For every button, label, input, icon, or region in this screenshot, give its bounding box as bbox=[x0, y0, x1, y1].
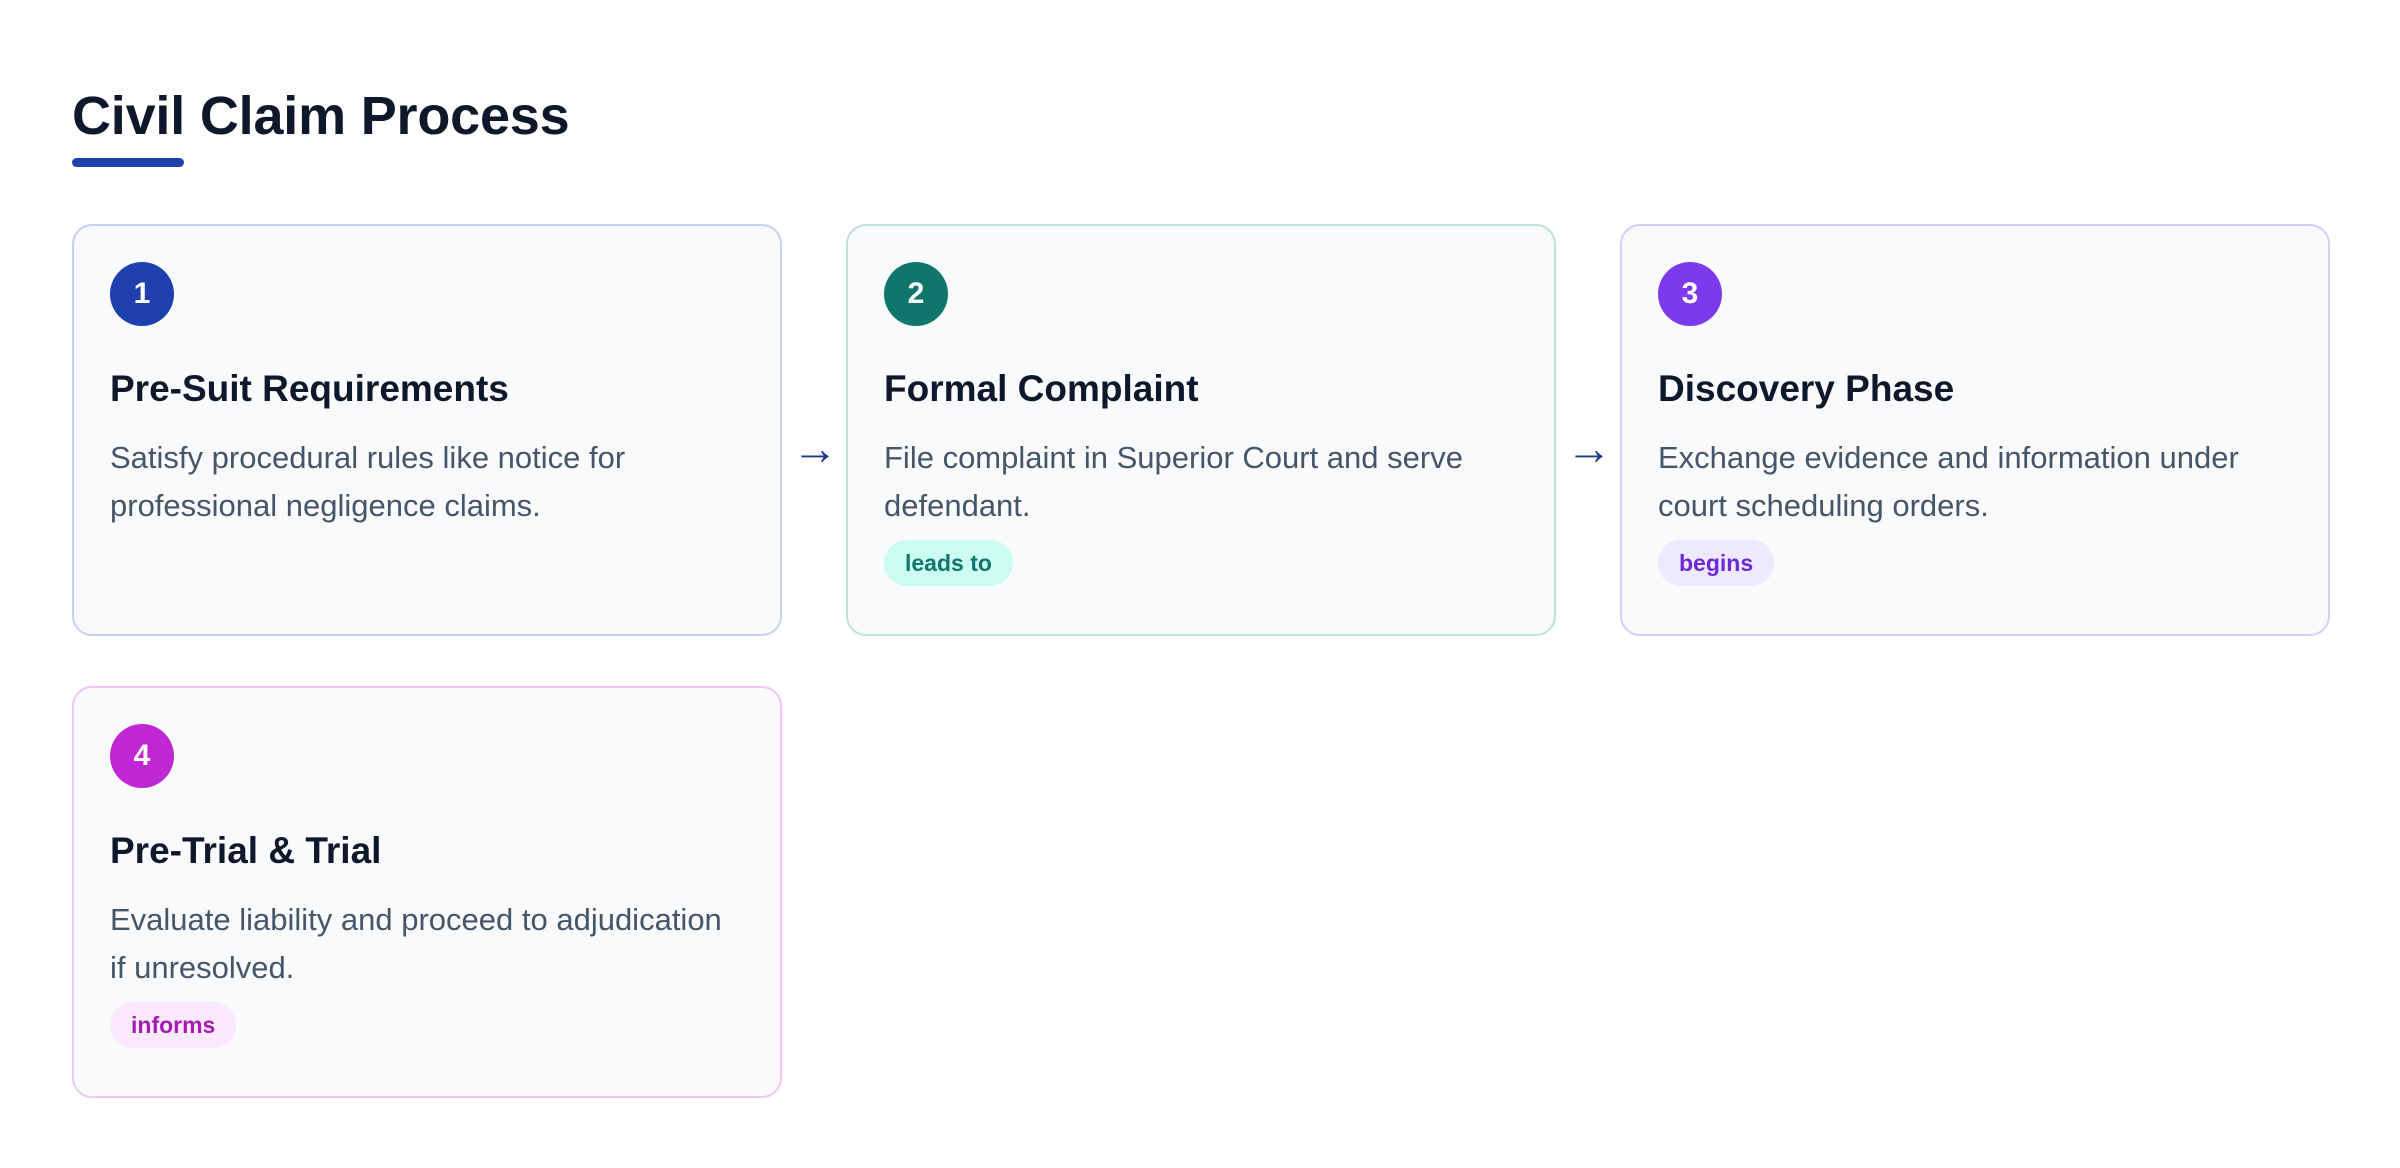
page-title: Civil Claim Process bbox=[72, 86, 570, 146]
relation-tag: informs bbox=[110, 1002, 237, 1048]
step-title: Discovery Phase bbox=[1658, 368, 1955, 409]
process-diagram: Civil Claim Process 1 Pre-Suit Requireme… bbox=[0, 0, 2400, 1168]
step-number-badge: 2 bbox=[884, 262, 948, 326]
arrow-right-icon: → bbox=[792, 422, 838, 474]
step-card-4: 4 Pre-Trial & Trial Evaluate liability a… bbox=[72, 686, 782, 1098]
step-number-badge: 3 bbox=[1658, 262, 1722, 326]
step-number-badge: 4 bbox=[110, 724, 174, 788]
step-title: Pre-Trial & Trial bbox=[110, 830, 382, 871]
relation-tag: begins bbox=[1658, 540, 1775, 586]
step-card-1: 1 Pre-Suit Requirements Satisfy procedur… bbox=[72, 224, 782, 636]
step-number-badge: 1 bbox=[110, 262, 174, 326]
step-description: Exchange evidence and information under … bbox=[1658, 440, 2239, 523]
step-title: Pre-Suit Requirements bbox=[110, 368, 509, 409]
relation-tag: leads to bbox=[884, 540, 1013, 586]
arrow-right-icon: → bbox=[1566, 422, 1612, 474]
title-underline bbox=[72, 158, 184, 167]
step-card-2: 2 Formal Complaint File complaint in Sup… bbox=[846, 224, 1556, 636]
step-title: Formal Complaint bbox=[884, 368, 1199, 409]
step-card-3: 3 Discovery Phase Exchange evidence and … bbox=[1620, 224, 2330, 636]
step-description: File complaint in Superior Court and ser… bbox=[884, 440, 1463, 523]
step-description: Satisfy procedural rules like notice for… bbox=[110, 440, 626, 523]
step-description: Evaluate liability and proceed to adjudi… bbox=[110, 902, 722, 985]
